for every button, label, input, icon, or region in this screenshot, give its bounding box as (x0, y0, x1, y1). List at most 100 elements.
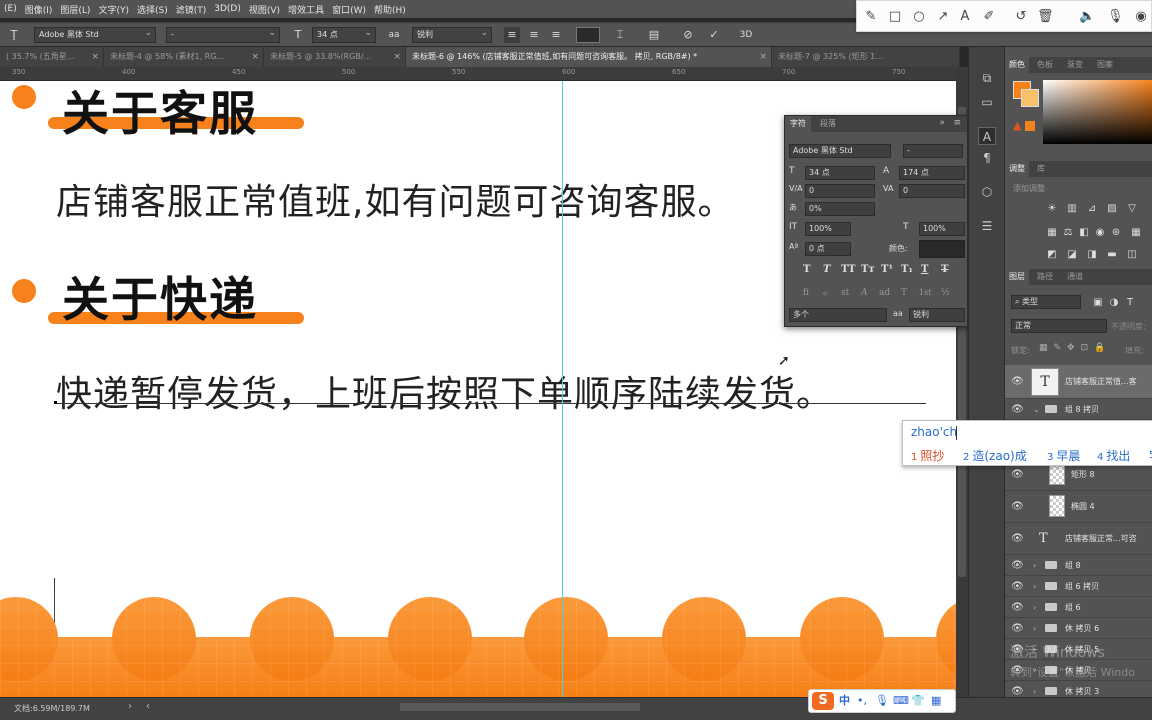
horizontal-scroll-thumb[interactable] (400, 703, 640, 711)
superscript-button[interactable]: T¹ (881, 264, 893, 275)
small-caps-button[interactable]: Tт (861, 264, 875, 275)
font-size-select[interactable]: 34 点 (312, 26, 376, 43)
type-tool-icon[interactable]: Ţ (6, 27, 22, 43)
tab-adjustments[interactable]: 调整 (1005, 161, 1029, 177)
ime-candidate[interactable]: 3 早晨 (1047, 447, 1080, 464)
speaker-icon[interactable]: 🔈 (1079, 9, 1095, 25)
properties-icon[interactable]: ☰ (978, 217, 996, 235)
character-panel-icon[interactable]: A (978, 127, 996, 145)
3d-cube-icon[interactable]: ⬡ (978, 183, 996, 201)
circle-icon[interactable]: ○ (911, 9, 927, 25)
layer-row[interactable]: 👁 T 店铺客服正常值...客 (1005, 365, 1152, 399)
lock-icons[interactable]: ▦✎✥⊡🔒 (1039, 343, 1111, 353)
panels-toggle-icon[interactable]: ▤ (646, 27, 662, 43)
ime-language-toggle[interactable]: 中 (839, 693, 850, 709)
expand-arrow-icon[interactable]: › (1033, 597, 1036, 617)
menu-plugins[interactable]: 增效工具 (284, 3, 328, 16)
paragraph-panel-icon[interactable]: ¶ (978, 149, 996, 167)
tab-doc-7[interactable]: 未标题-7 @ 325% (矩形 1... (772, 47, 960, 67)
font-style-select[interactable]: - (166, 26, 280, 43)
layer-row[interactable]: 👁 T 店铺客服正常...可咨 (1005, 523, 1152, 555)
paragraph-delivery[interactable]: 快递暂停发货，上班后按照下单顺序陆续发货。 (56, 365, 833, 417)
old-style-button[interactable]: ℴ (823, 288, 827, 298)
panel-menu-icon[interactable]: ≡ (953, 118, 961, 128)
tab-patterns[interactable]: 图案 (1093, 57, 1117, 73)
threshold-icon[interactable]: ◨ (1085, 249, 1099, 261)
subscript-button[interactable]: T₁ (901, 264, 913, 275)
menu-window[interactable]: 窗口(W) (328, 3, 370, 16)
tab-doc-1[interactable]: ( 35.7% (五角星... × (0, 47, 104, 67)
underline-button[interactable]: T (921, 264, 928, 275)
discretionary-ligatures-button[interactable]: st (841, 288, 849, 298)
align-center-icon[interactable]: ≡ (526, 27, 542, 43)
ime-candidate[interactable]: 2 造(zao)成 (963, 447, 1027, 464)
visibility-eye-icon[interactable]: 👁 (1011, 523, 1024, 554)
align-left-icon[interactable]: ≡ (504, 27, 520, 43)
scroll-left-icon[interactable]: ‹ (146, 701, 150, 712)
expand-arrow-icon[interactable]: › (1033, 555, 1036, 575)
visibility-eye-icon[interactable]: 👁 (1011, 399, 1024, 419)
undo-icon[interactable]: ↺ (1013, 9, 1029, 25)
faux-italic-button[interactable]: T (823, 264, 830, 275)
blend-mode-select[interactable]: 正常 (1011, 319, 1107, 333)
channel-mixer-icon[interactable]: ⊛ (1109, 227, 1123, 239)
selective-color-icon[interactable]: ◫ (1125, 249, 1139, 261)
levels-icon[interactable]: ▥ (1065, 203, 1079, 215)
all-caps-button[interactable]: TT (841, 264, 856, 275)
menu-image[interactable]: 图像(I) (21, 3, 57, 16)
microphone-icon[interactable]: 🎙 (1107, 9, 1124, 25)
trash-icon[interactable]: 🗑 (1037, 9, 1054, 25)
warp-text-icon[interactable]: ⌶ (612, 27, 628, 43)
filter-type-icon[interactable]: T (1123, 297, 1137, 309)
font-family-field[interactable]: Adobe 黑体 Std (789, 144, 891, 158)
rectangle-icon[interactable]: □ (887, 9, 903, 25)
layer-row[interactable]: 👁 椭圆 4 (1005, 491, 1152, 523)
cancel-icon[interactable]: ⊘ (680, 27, 696, 43)
tracking-field[interactable]: 0 (899, 184, 965, 198)
leading-field[interactable]: 174 点 (899, 166, 965, 180)
sogou-logo[interactable]: S (812, 692, 834, 710)
collapse-icon[interactable]: » (939, 118, 945, 128)
expand-arrow-icon[interactable]: › (1033, 576, 1036, 596)
menu-filter[interactable]: 滤镜(T) (172, 3, 211, 16)
vertical-scale-field[interactable]: 100% (805, 222, 851, 236)
punctuation-icon[interactable]: •, (857, 693, 867, 709)
tab-layers[interactable]: 图层 (1005, 269, 1029, 285)
antialias-select[interactable]: 锐利 (909, 308, 965, 322)
visibility-eye-icon[interactable]: 👁 (1011, 576, 1024, 596)
brightness-icon[interactable]: ☀ (1045, 203, 1059, 215)
tab-paragraph[interactable]: 段落 (815, 116, 841, 132)
close-icon[interactable]: × (251, 47, 259, 67)
menu-view[interactable]: 视图(V) (245, 3, 284, 16)
expand-arrow-icon[interactable]: › (1033, 618, 1036, 638)
skin-icon[interactable]: 👕 (911, 693, 925, 709)
vertical-guide[interactable] (562, 81, 563, 697)
tab-gradients[interactable]: 渐变 (1063, 57, 1087, 73)
tab-channels[interactable]: 通道 (1063, 269, 1087, 285)
history-icon[interactable]: ⧉ (978, 69, 996, 87)
curves-icon[interactable]: ⊿ (1085, 203, 1099, 215)
vibrance-icon[interactable]: ▽ (1125, 203, 1139, 215)
black-white-icon[interactable]: ◧ (1077, 227, 1091, 239)
keyboard-icon[interactable]: ⌨ (893, 693, 909, 709)
tsume-field[interactable]: 0% (805, 202, 875, 216)
tab-doc-5[interactable]: 未标题-5 @ 33.8%(RGB/... × (264, 47, 406, 67)
align-right-icon[interactable]: ≡ (548, 27, 564, 43)
filter-adjust-icon[interactable]: ◑ (1107, 297, 1121, 309)
menu-help[interactable]: 帮助(H) (370, 3, 410, 16)
expand-arrow-icon[interactable]: ⌄ (1033, 399, 1040, 419)
text-icon[interactable]: A (957, 9, 973, 25)
strikethrough-button[interactable]: T (941, 264, 948, 275)
gamut-swatch[interactable] (1025, 121, 1035, 131)
microphone-icon[interactable]: 🎙 (875, 693, 889, 709)
swash-button[interactable]: A (861, 288, 868, 298)
gradient-map-icon[interactable]: ▬ (1105, 249, 1119, 261)
toolbox-icon[interactable]: ▦ (931, 693, 941, 709)
font-size-field[interactable]: 34 点 (805, 166, 875, 180)
posterize-icon[interactable]: ◪ (1065, 249, 1079, 261)
visibility-eye-icon[interactable]: 👁 (1011, 365, 1024, 398)
titling-alternates-button[interactable]: T (901, 288, 907, 298)
ime-candidate[interactable]: 4 找出 (1097, 447, 1130, 464)
font-family-select[interactable]: Adobe 黑体 Std (34, 26, 156, 43)
visibility-eye-icon[interactable]: 👁 (1011, 491, 1024, 522)
